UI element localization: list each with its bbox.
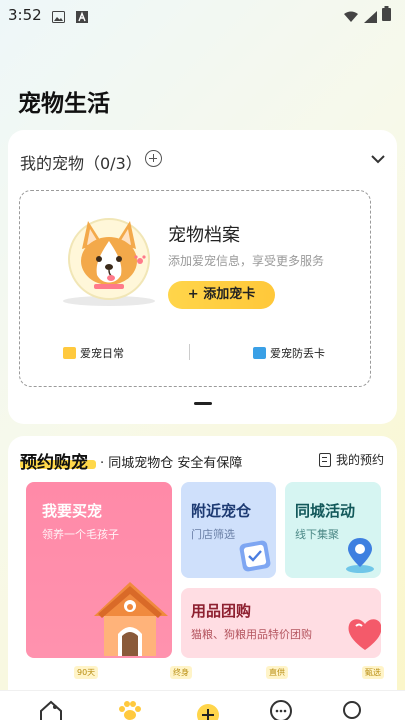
nearby-warehouse-tile[interactable]: 附近宠仓 门店筛选	[181, 482, 276, 578]
my-pets-card: 我的宠物（0/3） 宠物档案 添加爱宠信息，享受更多服务 + 添加宠卡 爱宠日常…	[8, 130, 397, 424]
buy-pet-tile[interactable]: 我要买宠 领养一个毛孩子	[26, 482, 172, 658]
pet-archive-description: 添加爱宠信息，享受更多服务	[168, 254, 325, 268]
my-appointment-link[interactable]: 我的预约	[319, 451, 384, 468]
text-a-icon	[76, 8, 88, 27]
city-activity-tile[interactable]: 同城活动 线下集聚	[285, 482, 381, 578]
battery-icon	[382, 6, 391, 25]
my-appointment-label: 我的预约	[336, 453, 385, 467]
corgi-avatar-icon	[62, 217, 158, 313]
city-sub: 线下集聚	[295, 528, 339, 541]
tag-direct: 直供	[266, 666, 288, 679]
doghouse-icon	[88, 576, 172, 658]
feature-divider	[189, 344, 190, 360]
daily-icon	[63, 347, 76, 359]
profile-icon[interactable]	[340, 699, 364, 720]
city-title: 同城活动	[295, 502, 356, 520]
image-icon	[52, 8, 65, 27]
message-icon[interactable]	[268, 699, 294, 720]
location-pin-icon	[343, 536, 377, 578]
feature-lost-card[interactable]: 爱宠防丢卡	[253, 345, 325, 361]
add-icon[interactable]	[196, 703, 220, 720]
carousel-indicator	[194, 402, 212, 405]
buy-pet-sub: 领养一个毛孩子	[42, 528, 119, 541]
appointment-card: 预约购宠 · 同城宠物仓 安全有保障 我的预约 我要买宠 领养一个毛孩子 附近宠…	[8, 436, 397, 696]
add-pet-plus-icon[interactable]	[145, 150, 162, 167]
buy-pet-title: 我要买宠	[42, 502, 103, 520]
document-icon	[319, 452, 331, 467]
nearby-sub: 门店筛选	[191, 528, 235, 541]
category-tags-row: 90天 终身 直供 甄选	[8, 666, 397, 690]
page-title: 宠物生活	[18, 91, 110, 117]
tag-90-days: 90天	[74, 666, 99, 679]
appointment-subtitle: · 同城宠物仓 安全有保障	[100, 456, 243, 471]
wifi-icon	[344, 8, 358, 27]
home-pet-icon[interactable]	[38, 699, 64, 720]
signal-icon	[364, 8, 377, 27]
tag-selected: 甄选	[362, 666, 384, 679]
add-pet-card-button[interactable]: + 添加宠卡	[168, 281, 275, 309]
group-buy-tile[interactable]: 用品团购 猫粮、狗粮用品特价团购	[181, 588, 381, 658]
my-pets-header: 我的宠物（0/3）	[20, 154, 142, 173]
pet-archive-title: 宠物档案	[168, 225, 240, 246]
feature-pet-daily[interactable]: 爱宠日常	[63, 345, 124, 361]
status-time: 3:52	[8, 6, 42, 24]
tag-lifetime: 终身	[170, 666, 192, 679]
heart-icon	[345, 614, 381, 658]
bottom-tab-bar	[0, 690, 405, 720]
feature-lost-card-label: 爱宠防丢卡	[270, 347, 325, 360]
nearby-title: 附近宠仓	[191, 502, 252, 520]
paw-icon[interactable]	[116, 699, 144, 720]
status-bar: 3:52	[0, 0, 405, 30]
chevron-down-icon[interactable]	[370, 150, 386, 169]
group-title: 用品团购	[191, 602, 252, 620]
appointment-title-wrap: 预约购宠	[20, 448, 96, 473]
card-icon	[253, 347, 266, 359]
feature-pet-daily-label: 爱宠日常	[80, 347, 124, 360]
pet-archive-box[interactable]: 宠物档案 添加爱宠信息，享受更多服务 + 添加宠卡 爱宠日常 爱宠防丢卡	[19, 190, 371, 387]
checklist-icon	[237, 538, 273, 578]
group-sub: 猫粮、狗粮用品特价团购	[191, 628, 312, 641]
appointment-title: 预约购宠	[20, 453, 88, 473]
